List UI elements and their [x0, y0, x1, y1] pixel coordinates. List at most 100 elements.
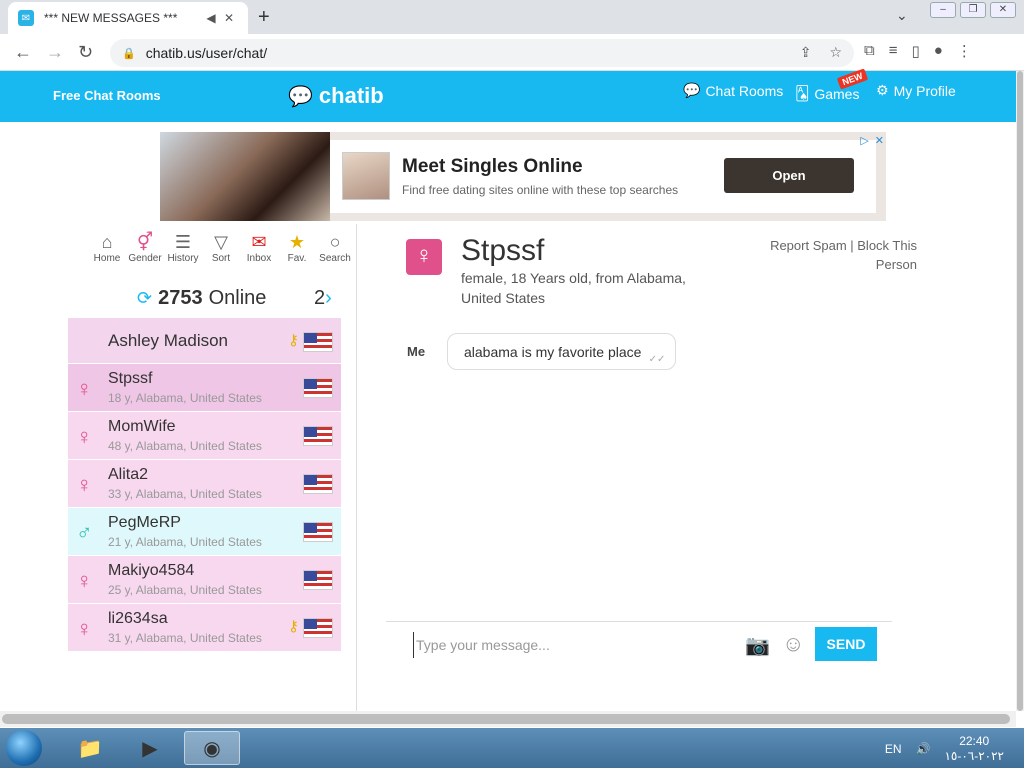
list-item[interactable]: ♀ Stpssf 18 y, Alabama, United States [68, 364, 341, 412]
adchoices-icon[interactable]: ▷ [860, 134, 868, 147]
block-person-link[interactable]: Block This Person [857, 238, 917, 272]
explorer-icon[interactable]: 📁 [62, 731, 118, 765]
list-item[interactable]: Ashley Madison ⚷ [68, 318, 341, 364]
ad-open-button[interactable]: Open [724, 158, 854, 193]
next-page-icon[interactable]: › [325, 287, 332, 309]
media-icon[interactable]: ≡ [889, 42, 898, 60]
nav-my-profile[interactable]: ⚙ My Profile [876, 82, 956, 99]
lock-icon[interactable]: 🔒 [122, 47, 136, 60]
chat-message: alabama is my favorite place ✓✓ [447, 333, 677, 370]
extensions-icon[interactable]: ⧉ [864, 42, 875, 60]
nav-games[interactable]: 🂡 Games [795, 85, 859, 102]
nav-chat-rooms[interactable]: 💬 Chat Rooms [683, 82, 783, 99]
tab-search-chevron-icon[interactable]: ⌄ [896, 7, 908, 24]
minimize-button[interactable]: – [930, 2, 956, 18]
sidepanel-icon[interactable]: ▯ [911, 42, 919, 60]
new-tab-button[interactable]: + [258, 6, 270, 29]
profile-name[interactable]: Stpssf [461, 234, 544, 268]
horizontal-scrollbar[interactable] [0, 711, 1016, 727]
report-block-links: Report Spam | Block This Person [770, 238, 917, 272]
message-text: alabama is my favorite place [464, 343, 642, 360]
clock[interactable]: 22:40 ٢٠٢٢-٠٦-١٥ [944, 734, 1004, 764]
back-icon[interactable]: ← [14, 42, 32, 63]
online-counter: ⟳ 2753 Online [137, 287, 266, 310]
media-player-icon[interactable]: ▶ [122, 731, 178, 765]
url-text: chatib.us/user/chat/ [145, 45, 268, 61]
ad-thumbnail[interactable] [342, 152, 390, 200]
tool-favorites[interactable]: ★ Fav. [278, 231, 316, 264]
ad-card[interactable]: Meet Singles Online Find free dating sit… [330, 140, 876, 213]
read-receipt-icon: ✓✓ [648, 354, 666, 365]
bookmark-star-icon[interactable]: ☆ [829, 44, 842, 61]
start-button[interactable] [6, 730, 42, 766]
share-icon[interactable]: ⇪ [800, 44, 812, 61]
close-window-button[interactable]: ✕ [990, 2, 1016, 18]
url-bar[interactable]: 🔒 chatib.us/user/chat/ ⇪ ☆ [110, 39, 854, 67]
language-indicator[interactable]: EN [885, 742, 902, 756]
search-icon: ○ [329, 232, 341, 252]
us-flag-icon [303, 332, 333, 352]
close-tab-icon[interactable]: ✕ [220, 11, 238, 25]
camera-icon[interactable]: 📷 [745, 633, 770, 658]
ad-title[interactable]: Meet Singles Online [402, 156, 583, 178]
profile-avatar-icon[interactable]: ● [934, 42, 943, 60]
refresh-icon[interactable]: ⟳ [137, 288, 152, 309]
logo-text: chatib [318, 83, 384, 108]
browser-tab[interactable]: ✉ *** NEW MESSAGES *** ◀ ✕ [8, 2, 248, 34]
nav-games-label: Games [814, 85, 860, 102]
list-item[interactable]: ♂ PegMeRP 21 y, Alabama, United States [68, 508, 341, 556]
list-item[interactable]: ♀ li2634sa 31 y, Alabama, United States … [68, 604, 341, 652]
user-details: 25 y, Alabama, United States [108, 583, 262, 597]
send-button[interactable]: SEND [815, 627, 877, 661]
report-spam-link[interactable]: Report Spam [770, 238, 847, 253]
horizontal-scroll-thumb[interactable] [2, 714, 1010, 724]
chatib-logo[interactable]: 💬 chatib [288, 83, 384, 109]
emoji-icon[interactable]: ☺ [782, 631, 804, 657]
user-details: 21 y, Alabama, United States [108, 535, 262, 549]
tool-home[interactable]: ⌂ Home [88, 231, 126, 264]
ad-photo[interactable] [160, 132, 330, 221]
tool-gender[interactable]: ⚥ Gender [126, 231, 164, 264]
list-item[interactable]: ♀ MomWife 48 y, Alabama, United States [68, 412, 341, 460]
browser-tabbar: ✉ *** NEW MESSAGES *** ◀ ✕ + ⌄ – ❐ ✕ [0, 0, 1024, 34]
speaker-icon[interactable]: ◀ [202, 11, 220, 25]
forward-icon[interactable]: → [46, 42, 64, 63]
pager[interactable]: 2› [314, 287, 332, 310]
vertical-scroll-thumb[interactable] [1017, 71, 1023, 711]
user-details: 33 y, Alabama, United States [108, 487, 262, 501]
user-name: Alita2 [108, 466, 149, 483]
user-details: 18 y, Alabama, United States [108, 391, 262, 405]
tab-title: *** NEW MESSAGES *** [44, 11, 178, 25]
tool-label: Home [93, 253, 121, 264]
tool-search[interactable]: ○ Search [316, 231, 354, 264]
list-item[interactable]: ♀ Makiyo4584 25 y, Alabama, United State… [68, 556, 341, 604]
vertical-scrollbar[interactable] [1016, 71, 1024, 711]
list-item[interactable]: ♀ Alita2 33 y, Alabama, United States [68, 460, 341, 508]
reload-icon[interactable]: ↻ [78, 42, 93, 63]
tool-label: History [167, 253, 199, 264]
tool-inbox[interactable]: ✉ Inbox [240, 231, 278, 264]
maximize-button[interactable]: ❐ [960, 2, 986, 18]
ad-close-icon[interactable]: ✕ [875, 134, 884, 147]
user-name: Ashley Madison [108, 331, 229, 350]
chrome-icon[interactable]: ◉ [184, 731, 240, 765]
message-input[interactable] [413, 632, 733, 658]
ad-banner[interactable]: Meet Singles Online Find free dating sit… [160, 132, 886, 221]
volume-icon[interactable]: 🔊 [915, 742, 930, 756]
menu-kebab-icon[interactable]: ⋮ [957, 42, 972, 60]
tool-label: Inbox [246, 253, 272, 264]
gear-icon: ⚙ [876, 82, 889, 98]
female-icon: ♀ [76, 376, 93, 401]
female-profile-icon: ♀ [406, 239, 442, 275]
chat-rooms-icon: 💬 [683, 82, 701, 98]
profile-info: female, 18 Years old, from Alabama, Unit… [461, 270, 686, 306]
key-icon: ⚷ [288, 618, 299, 635]
clock-date: ٢٠٢٢-٠٦-١٥ [944, 749, 1004, 763]
tool-sort[interactable]: ▽ Sort [202, 231, 240, 264]
user-toolbar: ⌂ Home ⚥ Gender ☰ History ▽ Sort ✉ Inbox… [88, 231, 354, 264]
tool-history[interactable]: ☰ History [164, 231, 202, 264]
page-number: 2 [314, 287, 326, 309]
free-chat-rooms-link[interactable]: Free Chat Rooms [53, 88, 161, 103]
online-label: Online [208, 287, 267, 309]
user-name: li2634sa [108, 610, 168, 627]
